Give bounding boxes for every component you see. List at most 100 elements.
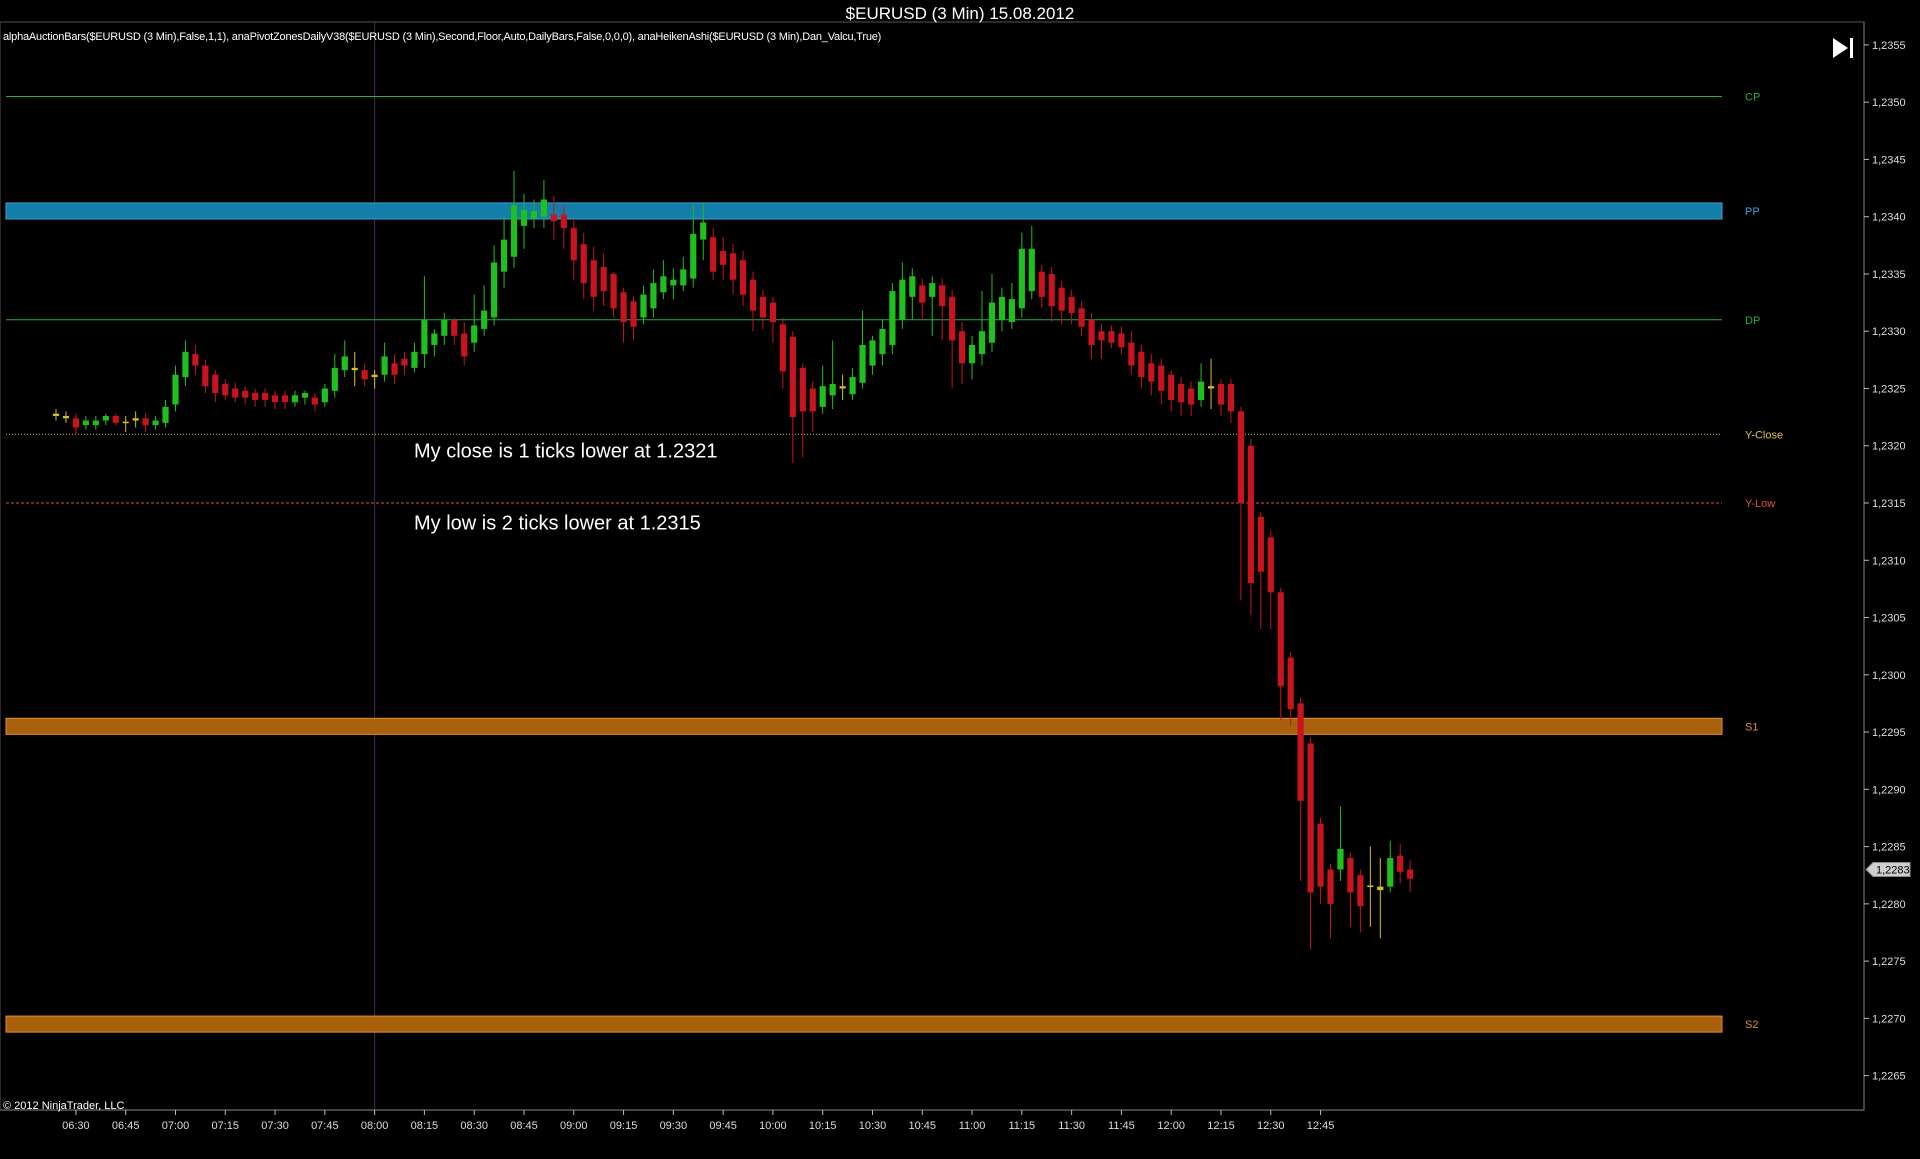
x-tick-label: 10:00 <box>759 1120 787 1132</box>
candle <box>660 260 667 300</box>
candle <box>271 390 279 410</box>
axes: 1,2265 1,2270 1,2275 1,2280 1,2285 1,2290 1,22… <box>0 21 1911 1132</box>
candle <box>1347 852 1354 927</box>
candle-body <box>232 388 239 398</box>
candle <box>1048 267 1055 323</box>
candle <box>1217 379 1225 416</box>
candle <box>212 370 219 403</box>
candle <box>650 269 657 318</box>
candle-body <box>759 296 767 318</box>
candle <box>929 276 936 336</box>
candle-body <box>1058 287 1065 311</box>
candle <box>391 354 398 384</box>
candle <box>361 363 368 387</box>
candle-body <box>600 267 607 292</box>
candle-body <box>1387 858 1394 887</box>
candle-body <box>570 228 577 261</box>
price-chart[interactable]: CP PP DP Y-Close Y-Low S1 S2 My close is 1 tic… <box>0 0 1920 1159</box>
candle-body <box>1237 411 1244 504</box>
level-label-s1: S1 <box>1745 721 1758 733</box>
x-tick-label: 10:45 <box>909 1120 937 1132</box>
candle-body <box>441 319 448 336</box>
candle <box>610 271 617 318</box>
x-tick-label: 07:30 <box>261 1120 289 1132</box>
candle-body <box>620 292 627 323</box>
x-tick-label: 09:45 <box>709 1120 737 1132</box>
candle <box>172 365 179 412</box>
candle <box>779 317 786 389</box>
candle-body <box>929 283 936 297</box>
copyright-notice: © 2012 NinjaTrader, LLC <box>3 1100 125 1112</box>
candle-body <box>710 237 717 272</box>
y-tick-label: 1,2345 <box>1872 154 1906 166</box>
candle <box>959 322 966 384</box>
candle <box>1118 326 1125 355</box>
y-tick-label: 1,2320 <box>1872 441 1906 453</box>
candle-body <box>52 413 60 416</box>
candle <box>481 285 488 336</box>
candle-body <box>1197 381 1205 400</box>
candle <box>1247 438 1254 616</box>
candle <box>1178 377 1185 416</box>
candle <box>620 287 627 343</box>
candle <box>968 335 976 380</box>
candle-body <box>222 383 229 396</box>
candle-body <box>968 344 976 364</box>
candle <box>351 351 358 387</box>
candle <box>739 251 747 307</box>
candle-body <box>680 269 687 286</box>
candle-body <box>321 388 328 403</box>
candle-body <box>311 397 318 405</box>
candle <box>789 331 796 463</box>
candle <box>670 268 677 300</box>
candle-body <box>1128 342 1135 366</box>
candle <box>461 322 468 366</box>
skip-to-end-icon <box>1833 38 1853 58</box>
candle-body <box>879 328 886 355</box>
candle <box>899 262 906 329</box>
candle-body <box>729 253 737 280</box>
skip-to-end-button[interactable] <box>1829 34 1857 62</box>
candle <box>72 413 80 435</box>
candle <box>799 363 806 458</box>
candle <box>600 253 607 307</box>
candle-body <box>550 214 557 222</box>
candle-body <box>62 415 70 419</box>
candle <box>202 359 209 394</box>
candle <box>1068 289 1075 325</box>
candle <box>321 383 328 407</box>
candle-body <box>132 418 139 421</box>
x-tick-label: 09:30 <box>660 1120 688 1132</box>
candle <box>580 232 587 300</box>
candle <box>1148 354 1155 396</box>
candle-body <box>1098 331 1105 341</box>
candle-body <box>1317 823 1324 887</box>
indicator-list: alphaAuctionBars($EURUSD (3 Min),False,1… <box>3 31 882 43</box>
candle <box>520 193 528 249</box>
chart-annotation-1: My close is 1 ticks lower at 1.2321 <box>414 440 717 462</box>
candle <box>1158 358 1165 405</box>
candle <box>1028 225 1035 300</box>
candle <box>1237 406 1244 601</box>
candle-body <box>1217 383 1225 405</box>
x-tick-label: 08:00 <box>361 1120 389 1132</box>
candle-body <box>530 210 538 219</box>
candle <box>1297 697 1304 881</box>
candle <box>1337 806 1344 881</box>
x-tick-label: 06:45 <box>112 1120 140 1132</box>
candle <box>341 340 348 378</box>
candle-body <box>381 356 388 375</box>
x-tick-label: 08:15 <box>411 1120 439 1132</box>
level-label-dp: DP <box>1745 315 1760 327</box>
candle <box>52 409 60 421</box>
candle <box>1078 301 1085 336</box>
y-tick-label: 1,2330 <box>1872 326 1906 338</box>
candle-body <box>849 377 856 395</box>
candle <box>291 390 299 407</box>
y-tick-label: 1,2300 <box>1872 670 1906 682</box>
candle-body <box>1207 386 1215 389</box>
candle-body <box>1407 869 1414 879</box>
candle-body <box>779 324 786 372</box>
candle-body <box>949 296 956 341</box>
pivot-levels: CP PP DP Y-Close Y-Low S1 S2 <box>5 91 1783 1033</box>
